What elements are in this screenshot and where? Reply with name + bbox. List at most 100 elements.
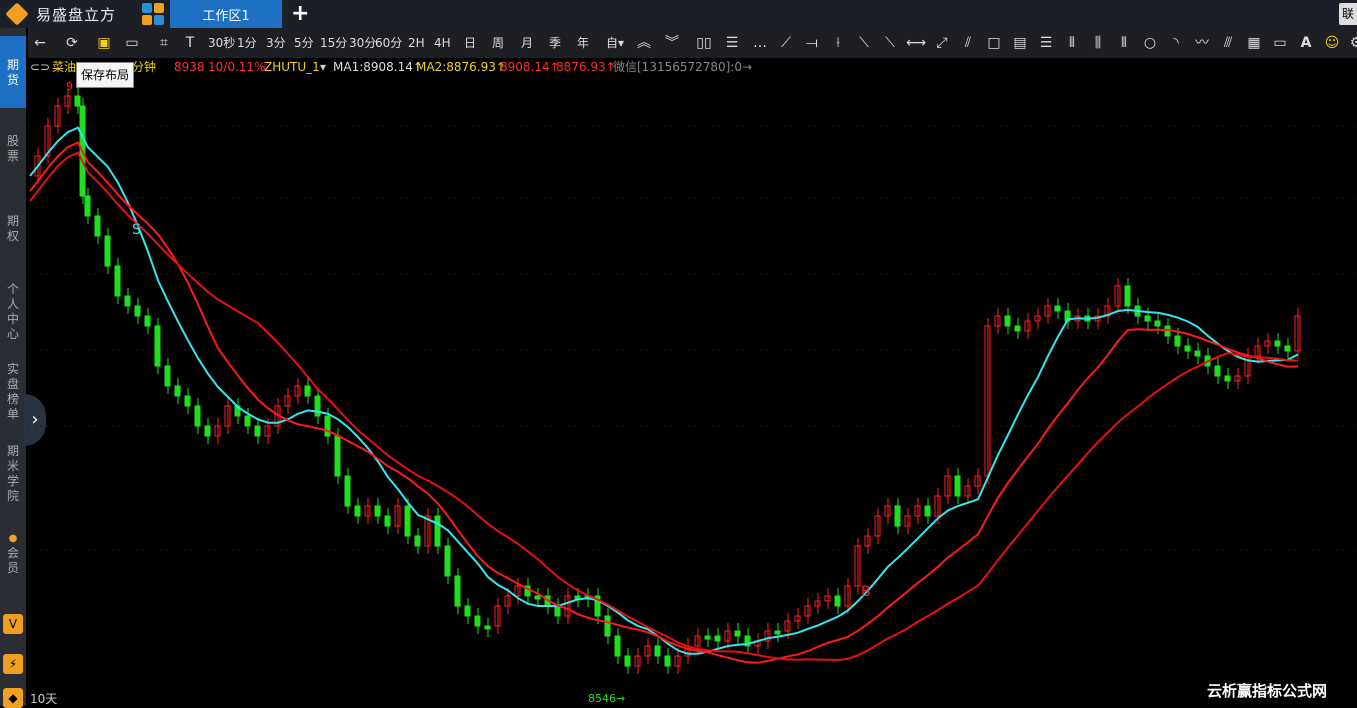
candle-body bbox=[834, 595, 841, 607]
ruler-tool-icon[interactable]: ▭ bbox=[1270, 33, 1290, 53]
symbol-name[interactable]: 菜油 bbox=[52, 58, 76, 76]
vip-icon[interactable]: V bbox=[3, 614, 23, 634]
candle-body bbox=[704, 635, 711, 640]
candle-body bbox=[334, 435, 341, 477]
candlestick-chart[interactable]: S B 9 8546→ bbox=[28, 76, 1357, 706]
candle-body bbox=[1154, 320, 1161, 327]
workspace-grid-icon[interactable] bbox=[142, 3, 164, 25]
back-icon[interactable]: ← bbox=[30, 33, 50, 53]
candle-body bbox=[404, 505, 411, 537]
candle-body bbox=[1214, 365, 1221, 377]
title-bar: 易盛盘立方 工作区1 + 联 bbox=[0, 0, 1357, 28]
emoji-tool-icon[interactable]: ☺ bbox=[1322, 33, 1342, 53]
period-button-14[interactable]: 自▾ bbox=[606, 33, 624, 53]
toggle-icon[interactable]: ⊂⊃ bbox=[30, 58, 50, 76]
period-button-6[interactable]: 60分 bbox=[375, 33, 402, 53]
sidebar-item-futures[interactable]: 期货 bbox=[0, 36, 26, 108]
vline-tool-icon[interactable]: ⟊ bbox=[828, 33, 848, 53]
indicator-name[interactable]: ZHUTU_1 bbox=[264, 58, 320, 76]
channel-tool-icon[interactable]: ⫽ bbox=[958, 33, 978, 53]
watermark: 云析赢指标公式网 bbox=[1207, 682, 1328, 700]
period-button-7[interactable]: 2H bbox=[408, 33, 425, 53]
expand-down-icon[interactable]: ︾ bbox=[662, 33, 682, 53]
add-tab-icon[interactable]: + bbox=[291, 1, 309, 26]
wave-tool-icon[interactable]: 〰 bbox=[1192, 33, 1212, 53]
candle-body bbox=[1054, 305, 1061, 312]
sidebar-item-academy[interactable]: 期米学院 bbox=[0, 440, 26, 510]
period-lines-tool-icon[interactable]: ⦀ bbox=[1114, 33, 1134, 53]
period-button-10[interactable]: 周 bbox=[492, 33, 504, 53]
period-button-13[interactable]: 年 bbox=[577, 33, 589, 53]
period-button-4[interactable]: 15分 bbox=[320, 33, 347, 53]
save-layout-icon[interactable]: ▣ bbox=[94, 33, 114, 53]
fib-tool-icon[interactable]: ☰ bbox=[1036, 33, 1056, 53]
split-vertical-icon[interactable]: ▯▯ bbox=[694, 33, 714, 53]
arc-tool-icon[interactable]: ◝ bbox=[1166, 33, 1186, 53]
fan-tool-icon[interactable]: ⫻ bbox=[1218, 33, 1238, 53]
gann-tool-icon[interactable]: ▤ bbox=[1010, 33, 1030, 53]
fib-time-tool-icon[interactable]: ⫼ bbox=[1088, 33, 1108, 53]
sidebar-item-leaderboard[interactable]: 实盘榜单 bbox=[0, 358, 26, 428]
rect-tool-icon[interactable]: □ bbox=[984, 33, 1004, 53]
candle-body bbox=[774, 630, 781, 635]
refresh-icon[interactable]: ⟳ bbox=[62, 33, 82, 53]
sidebar-item-member[interactable]: ● 会员 bbox=[0, 526, 26, 576]
candle-body bbox=[374, 505, 381, 517]
open-folder-icon[interactable]: ▭ bbox=[122, 33, 142, 53]
arrow-tool-icon[interactable]: ⤢ bbox=[932, 33, 952, 53]
candle-body bbox=[304, 385, 311, 397]
lightning-icon[interactable]: ⚡ bbox=[3, 654, 23, 674]
ray-tool-icon[interactable]: ⟍ bbox=[854, 33, 874, 53]
candle-body bbox=[1144, 315, 1151, 322]
price-range-tool-icon[interactable]: ▦ bbox=[1244, 33, 1264, 53]
candle-body bbox=[924, 505, 931, 517]
extra-icon[interactable]: ◆ bbox=[3, 688, 23, 708]
candle-body bbox=[1274, 340, 1281, 347]
split-horizontal-icon[interactable]: ☰ bbox=[722, 33, 742, 53]
sidebar-item-stocks[interactable]: 股票 bbox=[0, 126, 26, 176]
period-button-11[interactable]: 月 bbox=[521, 33, 533, 53]
hline-tool-icon[interactable]: ⟞ bbox=[802, 33, 822, 53]
candle-body bbox=[1014, 325, 1021, 332]
segment-tool-icon[interactable]: ⟍ bbox=[880, 33, 900, 53]
more-icon[interactable]: … bbox=[750, 33, 770, 53]
indicator-dropdown-icon[interactable]: ▾ bbox=[320, 58, 326, 76]
app-logo: 易盛盘立方 bbox=[0, 0, 116, 28]
candle-body bbox=[1004, 315, 1011, 327]
ma2-value: MA2:8876.93↑ bbox=[416, 60, 506, 74]
period-10-days: 10天 bbox=[30, 692, 58, 706]
circle-tool-icon[interactable]: ○ bbox=[1140, 33, 1160, 53]
period-button-8[interactable]: 4H bbox=[434, 33, 451, 53]
chart-icon[interactable]: ⌗ bbox=[154, 33, 174, 53]
period-label[interactable]: 分钟 bbox=[132, 58, 156, 76]
tab-workspace-1[interactable]: 工作区1 bbox=[170, 0, 282, 28]
period-button-0[interactable]: 30秒 bbox=[208, 33, 235, 53]
sidebar-item-personal-center[interactable]: 个人中心 bbox=[0, 278, 26, 348]
candle-body bbox=[324, 415, 331, 437]
candle-body bbox=[654, 645, 661, 657]
sidebar-item-options[interactable]: 期权 bbox=[0, 206, 26, 256]
period-button-9[interactable]: 日 bbox=[464, 33, 476, 53]
candle-body bbox=[244, 415, 251, 427]
cycle-tool-icon[interactable]: ⦀ bbox=[1062, 33, 1082, 53]
sell-marker: S bbox=[132, 222, 141, 238]
settings-icon[interactable]: ⚙ bbox=[1346, 33, 1357, 53]
connect-button[interactable]: 联 bbox=[1339, 3, 1357, 25]
candle-body bbox=[434, 515, 441, 547]
arrow-line-tool-icon[interactable]: ⟷ bbox=[906, 33, 926, 53]
candle-body bbox=[74, 95, 81, 107]
candle-body bbox=[604, 615, 611, 637]
text-tool-icon[interactable]: A bbox=[1296, 33, 1316, 53]
period-button-5[interactable]: 30分 bbox=[349, 33, 376, 53]
period-button-2[interactable]: 3分 bbox=[266, 33, 286, 53]
buy-marker: B bbox=[861, 584, 871, 600]
text-icon[interactable]: T bbox=[180, 33, 200, 53]
period-button-3[interactable]: 5分 bbox=[294, 33, 314, 53]
line-tool-icon[interactable]: ⟋ bbox=[776, 33, 796, 53]
expand-up-icon[interactable]: ︽ bbox=[634, 33, 654, 53]
value-1: 8908.14↑ bbox=[500, 60, 560, 74]
candle-body bbox=[104, 235, 111, 267]
period-button-1[interactable]: 1分 bbox=[237, 33, 257, 53]
last-price: 8938 bbox=[174, 60, 205, 74]
period-button-12[interactable]: 季 bbox=[549, 33, 561, 53]
